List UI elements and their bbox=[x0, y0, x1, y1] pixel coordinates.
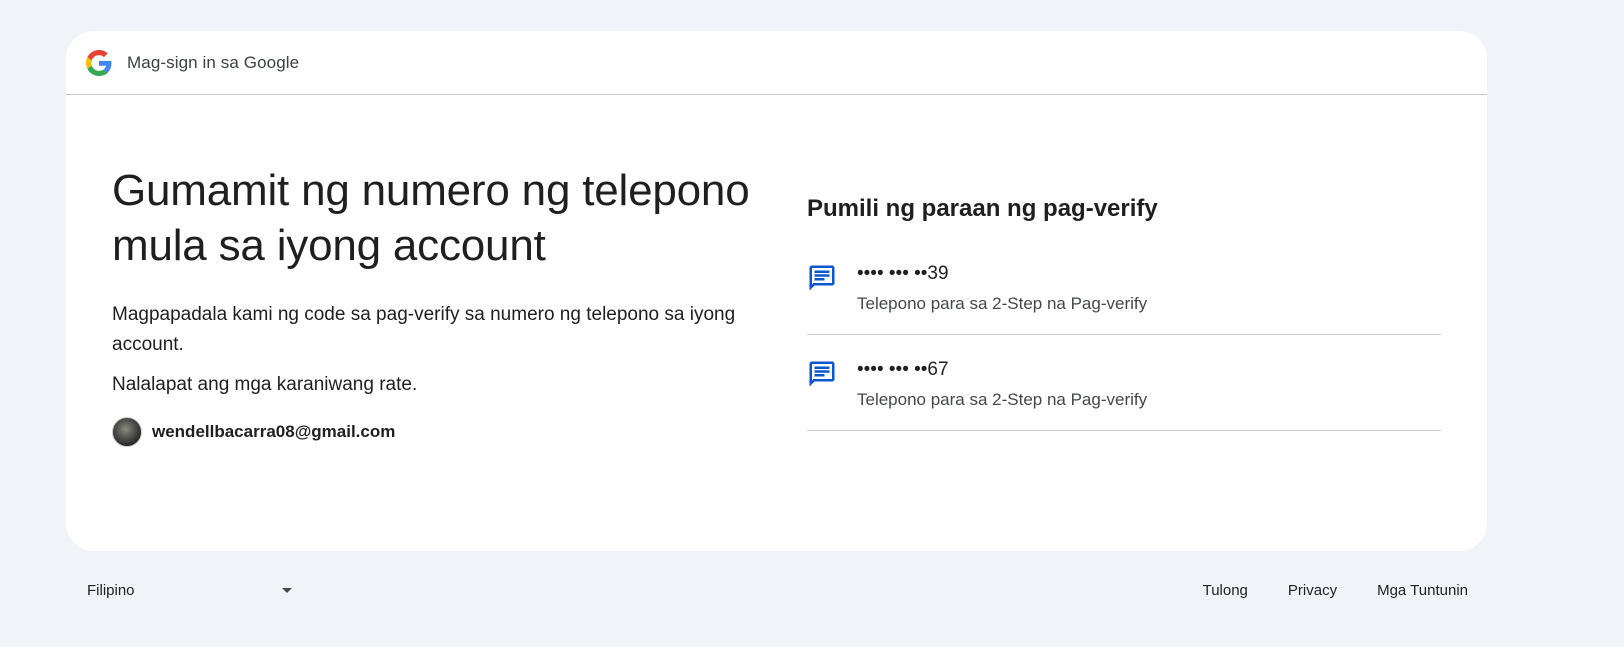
rates-note: Nalalapat ang mga karaniwang rate. bbox=[112, 374, 418, 395]
option-phone-number: •••• ••• ••67 bbox=[857, 359, 949, 380]
footer-link-help[interactable]: Tulong bbox=[1203, 582, 1248, 599]
left-column: Gumamit ng numero ng telepono mula sa iy… bbox=[112, 163, 752, 447]
footer: Filipino Tulong Privacy Mga Tuntunin bbox=[66, 575, 1487, 605]
google-logo-icon bbox=[86, 49, 112, 76]
verify-option-phone-67[interactable]: •••• ••• ••67 Telepono para sa 2-Step na… bbox=[807, 335, 1441, 431]
description-text: Magpapadala kami ng code sa pag-verify s… bbox=[112, 304, 736, 355]
account-chip[interactable]: wendellbacarra08@gmail.com bbox=[112, 417, 752, 447]
footer-link-terms[interactable]: Mga Tuntunin bbox=[1377, 582, 1468, 599]
avatar bbox=[112, 417, 142, 447]
message-icon bbox=[809, 361, 835, 387]
option-text: •••• ••• ••67 Telepono para sa 2-Step na… bbox=[857, 357, 1147, 411]
message-icon bbox=[809, 265, 835, 291]
caret-down-icon bbox=[282, 587, 292, 593]
verify-option-phone-39[interactable]: •••• ••• ••39 Telepono para sa 2-Step na… bbox=[807, 239, 1441, 335]
footer-link-privacy[interactable]: Privacy bbox=[1288, 582, 1337, 599]
card-header: Mag-sign in sa Google bbox=[66, 31, 1487, 95]
right-column: Pumili ng paraan ng pag-verify •••• ••• … bbox=[807, 193, 1441, 431]
account-email: wendellbacarra08@gmail.com bbox=[152, 422, 396, 441]
language-select-value: Filipino bbox=[87, 581, 135, 599]
sign-in-card: Mag-sign in sa Google Gumamit ng numero … bbox=[66, 31, 1487, 551]
option-phone-number: •••• ••• ••39 bbox=[857, 263, 949, 284]
footer-links: Tulong Privacy Mga Tuntunin bbox=[1163, 582, 1468, 599]
language-select[interactable]: Filipino bbox=[87, 582, 297, 599]
page-title: Gumamit ng numero ng telepono mula sa iy… bbox=[112, 166, 750, 270]
header-title: Mag-sign in sa Google bbox=[127, 52, 300, 72]
verify-method-title: Pumili ng paraan ng pag-verify bbox=[807, 195, 1158, 222]
verify-option-list: •••• ••• ••39 Telepono para sa 2-Step na… bbox=[807, 239, 1441, 431]
option-subtitle: Telepono para sa 2-Step na Pag-verify bbox=[857, 390, 1148, 409]
option-subtitle: Telepono para sa 2-Step na Pag-verify bbox=[857, 294, 1148, 313]
option-text: •••• ••• ••39 Telepono para sa 2-Step na… bbox=[857, 261, 1147, 315]
